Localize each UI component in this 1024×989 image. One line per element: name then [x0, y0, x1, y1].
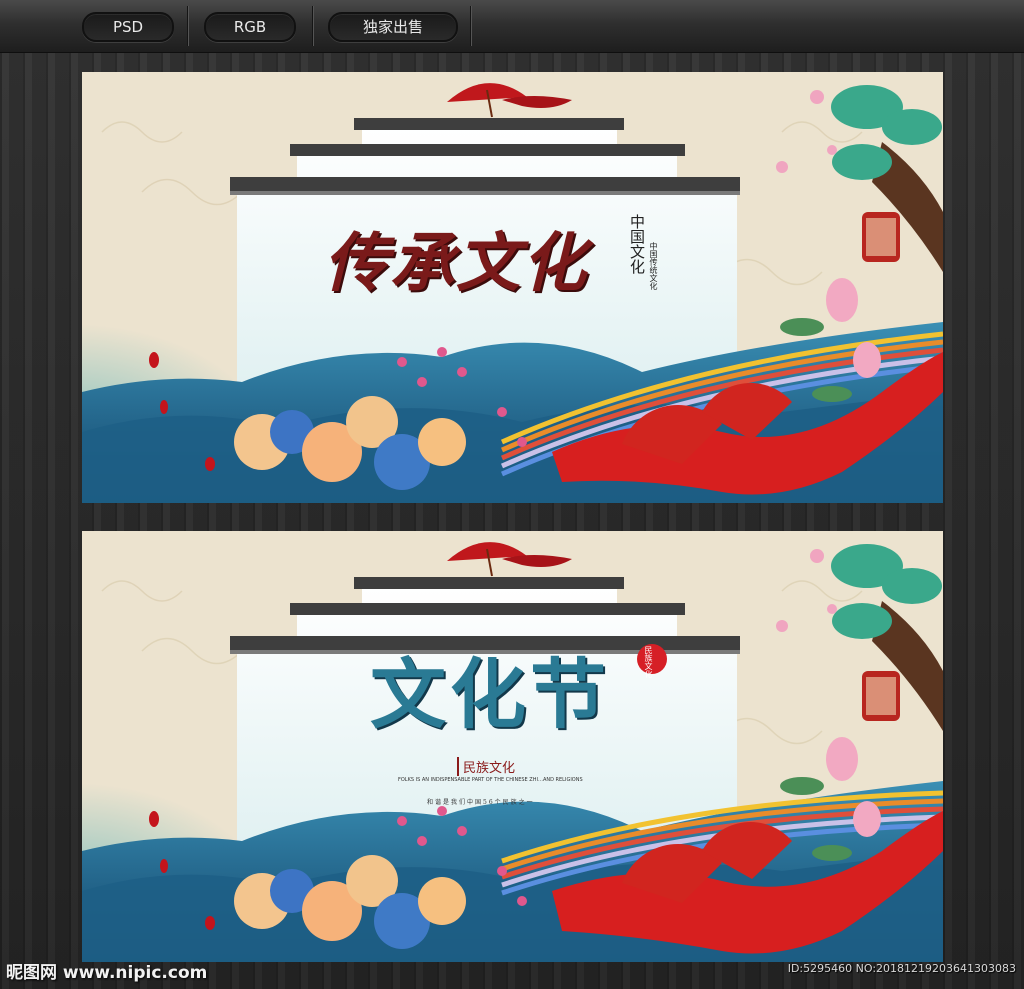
image-id-text: ID:5295460 NO:20181219203641303083	[787, 962, 1016, 975]
exclusive-badge: 独家出售	[322, 9, 464, 45]
poster-2-artwork	[82, 531, 943, 962]
top-toolbar: PSD RGB 独家出售	[0, 0, 1024, 53]
poster-1-title: 传承文化	[324, 226, 588, 301]
psd-badge: PSD	[76, 9, 180, 45]
poster-2-english-line: FOLKS IS AN INDISPENSABLE PART OF THE CH…	[398, 777, 583, 783]
psd-badge-label: PSD	[82, 12, 174, 42]
poster-2-subtitle: 民族文化	[457, 757, 515, 776]
poster-2-caption-line: 和谐是我们中国56个民族之一	[427, 799, 535, 806]
exclusive-badge-label: 独家出售	[328, 12, 458, 42]
poster-1-side-caption: 中国传统文化	[649, 242, 658, 290]
rgb-badge: RGB	[198, 9, 302, 45]
toolbar-divider	[312, 6, 313, 46]
site-watermark: 昵图网 www.nipic.com	[6, 963, 208, 983]
toolbar-divider	[187, 6, 188, 46]
toolbar-divider	[470, 6, 471, 46]
poster-2-seal: 民族文化	[644, 646, 653, 678]
rgb-badge-label: RGB	[204, 12, 296, 42]
poster-1-side-title: 中国文化	[628, 214, 646, 274]
poster-2-title: 文化节	[370, 650, 610, 739]
poster-preview-1[interactable]: 中国文化 中国传统文化 传承文化	[82, 72, 943, 503]
poster-preview-2[interactable]: 文化节 民族文化 民族文化 FOLKS IS AN INDISPENSABLE …	[82, 531, 943, 962]
